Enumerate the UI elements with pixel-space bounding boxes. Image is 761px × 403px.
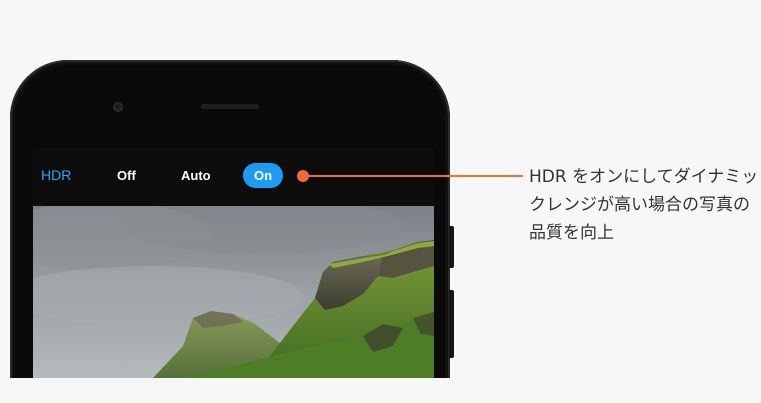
hdr-off-option[interactable]: Off: [117, 168, 136, 183]
hdr-toolbar: HDR Off Auto On: [33, 148, 434, 206]
callout-marker-dot: [297, 170, 309, 182]
hdr-auto-option[interactable]: Auto: [181, 168, 211, 183]
front-camera-icon: [113, 102, 123, 112]
phone-volume-button: [449, 226, 454, 268]
callout-description: HDR をオンにしてダイナミックレンジが高い場合の写真の品質を向上: [529, 167, 759, 243]
marketing-illustration: HDR Off Auto On HDR をオンにしてダイナミックレンジが高い場合…: [0, 0, 761, 403]
page-bottom-band: [0, 378, 761, 403]
phone-power-button: [449, 290, 454, 358]
phone-screen: HDR Off Auto On: [33, 148, 434, 378]
hdr-on-option[interactable]: On: [243, 163, 283, 188]
camera-preview-landscape: [33, 206, 434, 378]
hdr-label: HDR: [41, 167, 72, 183]
earpiece-speaker-icon: [201, 104, 259, 109]
callout-connector-line: [303, 175, 523, 177]
